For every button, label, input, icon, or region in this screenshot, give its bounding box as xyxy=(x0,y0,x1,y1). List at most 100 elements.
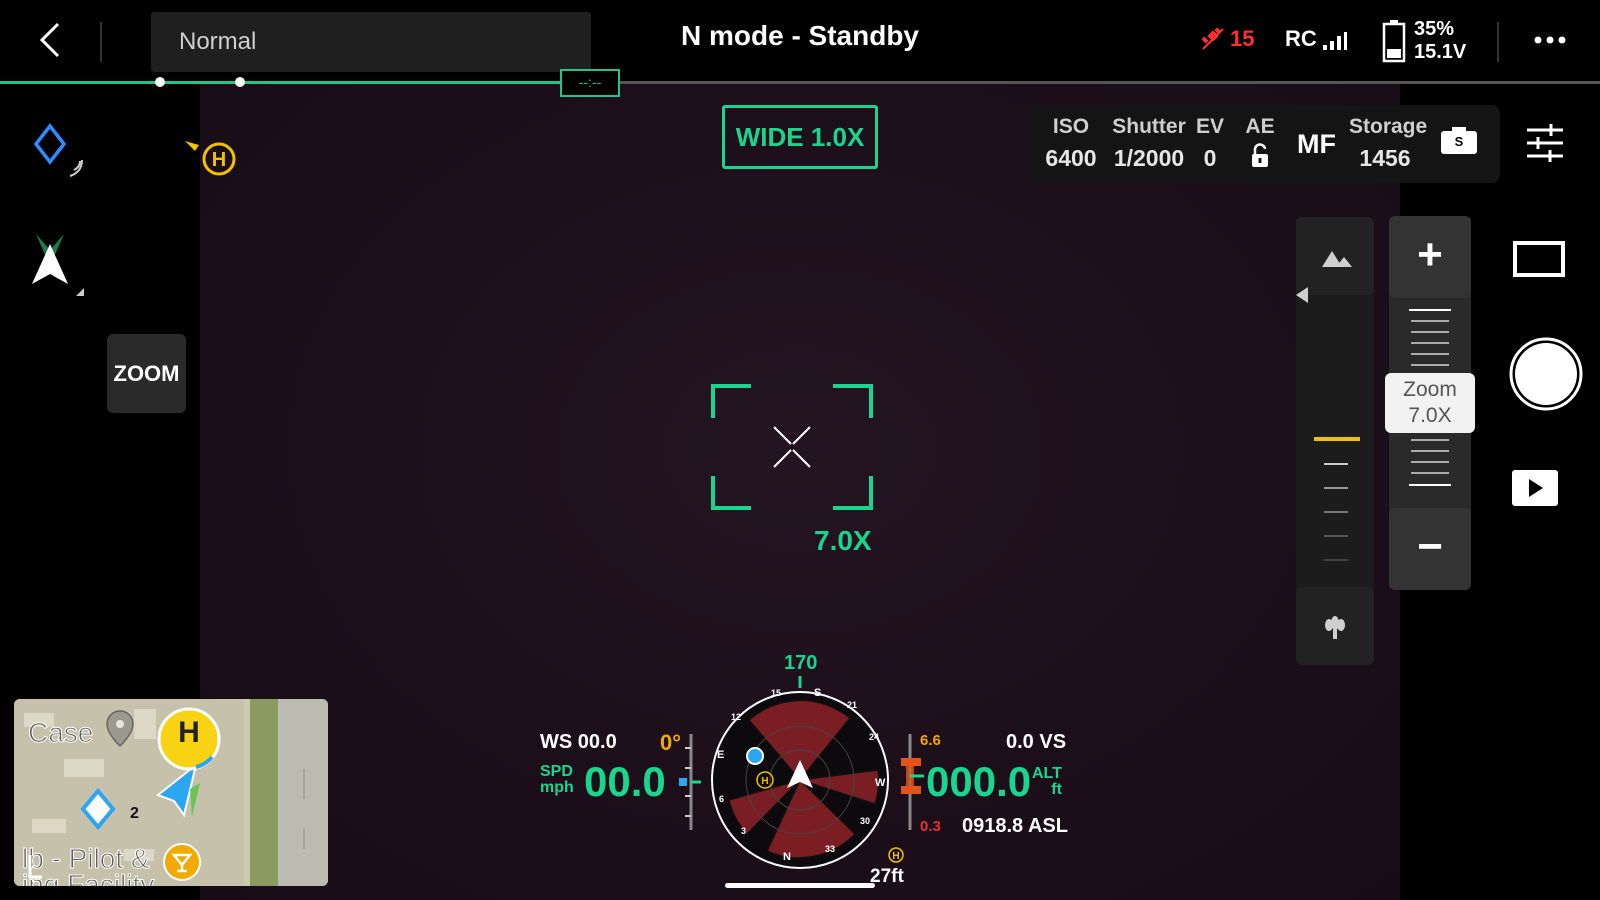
home-indicator-bar[interactable] xyxy=(725,883,875,888)
sliders-icon xyxy=(1527,124,1563,162)
battery-voltage: 15.1V xyxy=(1414,41,1467,63)
gps-satellite-count: 15 xyxy=(1230,26,1255,51)
altitude-asl: 0918.8 ASL xyxy=(962,815,1068,837)
zoom-level-readout: 7.0X xyxy=(814,525,872,556)
lens-switch-button[interactable]: WIDE 1.0X xyxy=(722,105,878,169)
altitude-unit-top: ALT xyxy=(1032,765,1062,782)
play-icon xyxy=(1512,470,1558,506)
svg-text:S: S xyxy=(814,687,821,699)
settings-button[interactable] xyxy=(1525,123,1565,163)
ev-value: 0 xyxy=(1203,145,1217,171)
altitude-unit-bottom: ft xyxy=(1051,781,1062,798)
svg-text:30: 30 xyxy=(860,816,870,826)
speed-unit-bottom: mph xyxy=(540,779,574,796)
zoom-button[interactable]: ZOOM xyxy=(107,334,186,413)
shutter-param[interactable]: Shutter 1/2000 xyxy=(1109,115,1189,172)
svg-text:24: 24 xyxy=(869,732,879,742)
map-label-case: Case xyxy=(27,717,94,749)
back-button[interactable] xyxy=(30,18,74,62)
svg-text:21: 21 xyxy=(847,700,857,710)
focus-reticle[interactable] xyxy=(711,384,873,510)
progress-track-filled xyxy=(0,81,560,84)
playback-button[interactable] xyxy=(1512,470,1558,506)
satellite-icon xyxy=(1201,27,1224,50)
shutter-label: Shutter xyxy=(1112,115,1186,138)
shutter-button[interactable] xyxy=(1508,336,1584,412)
zoom-out-button[interactable]: − xyxy=(1389,508,1471,590)
storage-label: Storage xyxy=(1349,115,1428,138)
zoom-in-button[interactable]: + xyxy=(1389,216,1471,298)
more-dots-icon xyxy=(1534,36,1566,44)
vs-upper-limit: 6.6 xyxy=(920,732,941,749)
svg-text:6: 6 xyxy=(719,794,724,804)
camera-params-panel[interactable]: ISO 6400 Shutter 1/2000 EV 0 AE MF Stora… xyxy=(1027,105,1500,183)
battery-percent: 35% xyxy=(1414,18,1455,40)
map-expand-icon[interactable] xyxy=(28,855,42,879)
more-options-button[interactable] xyxy=(1530,28,1570,52)
compass-radar[interactable]: S 24 W 30 33 N 3 6 E 12 15 21 H xyxy=(705,676,895,876)
vertical-speed: 0.0 VS xyxy=(1006,731,1067,753)
map-waypoint-number: 2 xyxy=(130,805,139,822)
altitude-unit: ALT ft xyxy=(1032,766,1062,798)
svg-text:12: 12 xyxy=(731,712,741,722)
ae-lock[interactable]: AE xyxy=(1243,115,1277,174)
gps-status[interactable]: 15 xyxy=(1200,26,1254,52)
progress-track-remaining xyxy=(620,81,1600,84)
speed-unit-top: SPD xyxy=(540,763,573,780)
iso-label: ISO xyxy=(1052,115,1090,138)
ae-label: AE xyxy=(1245,115,1275,138)
camera-mode-switch-button[interactable] xyxy=(1512,240,1568,280)
svg-text:H: H xyxy=(892,851,899,862)
svg-text:H: H xyxy=(761,776,768,787)
heading-readout: 170 xyxy=(784,652,818,674)
svg-text:3: 3 xyxy=(741,826,746,836)
ev-param[interactable]: EV 0 xyxy=(1195,115,1225,172)
battery-icon xyxy=(1382,20,1406,63)
focus-frame-icon xyxy=(711,384,873,510)
zoom-tooltip-label: Zoom xyxy=(1403,378,1457,401)
storage-value: 1456 xyxy=(1359,145,1411,171)
svg-text:E: E xyxy=(717,749,724,761)
iso-param[interactable]: ISO 6400 xyxy=(1041,115,1101,172)
gimbal-angle: 0° xyxy=(660,730,682,755)
minimap[interactable]: Case H 2 lb - Pilot & ing Facility xyxy=(14,699,328,886)
zoom-tooltip-value: 7.0X xyxy=(1408,404,1452,427)
battery-status[interactable]: 35% 15.1V xyxy=(1382,18,1466,64)
signal-bars-icon xyxy=(1322,32,1347,50)
svg-text:33: 33 xyxy=(825,844,835,854)
svg-text:H: H xyxy=(212,149,226,171)
storage-param[interactable]: Storage 1456 xyxy=(1349,115,1428,172)
svg-text:N: N xyxy=(783,851,791,863)
horizontal-speed: 00.0 xyxy=(584,758,666,805)
speed-gauge xyxy=(679,734,701,830)
rc-signal[interactable]: RC xyxy=(1285,26,1347,52)
aircraft-orientation-indicator[interactable] xyxy=(28,232,88,296)
waypoint-diamond-icon xyxy=(33,123,83,177)
ev-label: EV xyxy=(1195,115,1224,138)
photo-mode-icon[interactable]: S xyxy=(1440,125,1478,155)
flight-status-title[interactable]: N mode - Standby xyxy=(600,20,1000,52)
flight-time-indicator: --:-- xyxy=(560,69,620,97)
speed-unit: SPD mph xyxy=(540,764,574,796)
svg-text:15: 15 xyxy=(771,688,781,698)
track-marker xyxy=(235,77,245,87)
flight-mode-select[interactable]: Normal xyxy=(151,12,591,72)
shutter-value: 1/2000 xyxy=(1113,145,1185,171)
focus-slider[interactable] xyxy=(1296,217,1374,665)
map-home-marker: H xyxy=(178,716,200,749)
home-point-icon: H xyxy=(185,141,236,176)
zoom-tooltip: Zoom 7.0X xyxy=(1385,373,1475,433)
shutter-circle-icon xyxy=(1509,337,1583,411)
divider xyxy=(1497,22,1499,62)
focus-scale xyxy=(1296,217,1374,665)
plus-icon: + xyxy=(1417,230,1443,279)
svg-text:W: W xyxy=(875,777,886,789)
iso-value: 6400 xyxy=(1045,145,1097,171)
waypoint-button[interactable] xyxy=(28,118,88,178)
home-distance-icon: H xyxy=(888,847,904,863)
altitude: 000.0 xyxy=(926,758,1032,805)
focus-mode-label[interactable]: MF xyxy=(1297,129,1336,160)
home-distance: 27ft xyxy=(870,866,904,887)
home-point-indicator[interactable]: H xyxy=(183,135,243,195)
unlock-icon xyxy=(1252,143,1268,167)
